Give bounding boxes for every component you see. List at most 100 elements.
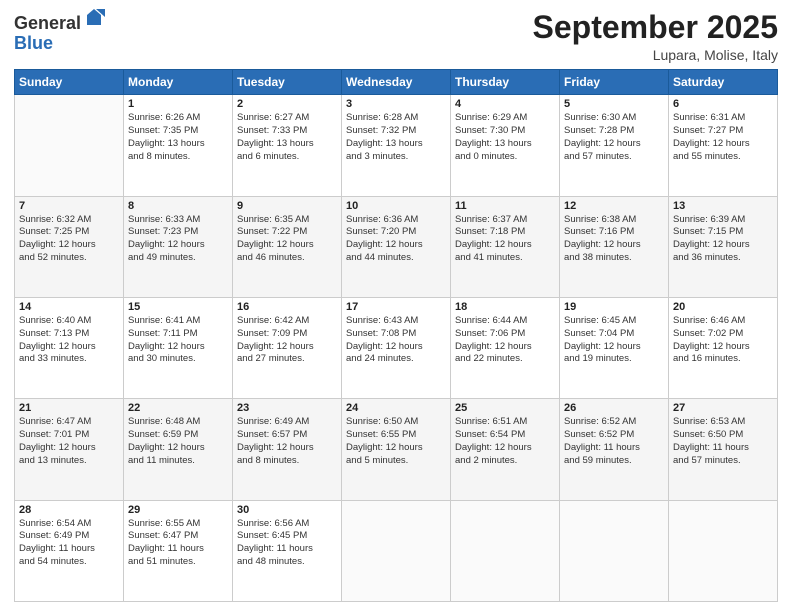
month-title: September 2025 (533, 10, 778, 45)
day-info: Sunrise: 6:31 AM Sunset: 7:27 PM Dayligh… (673, 112, 773, 163)
table-row: 19Sunrise: 6:45 AM Sunset: 7:04 PM Dayli… (560, 297, 669, 398)
day-info: Sunrise: 6:26 AM Sunset: 7:35 PM Dayligh… (128, 112, 228, 163)
day-info: Sunrise: 6:51 AM Sunset: 6:54 PM Dayligh… (455, 416, 555, 467)
day-number: 23 (237, 402, 337, 414)
day-info: Sunrise: 6:35 AM Sunset: 7:22 PM Dayligh… (237, 214, 337, 265)
table-row: 16 Sunrise: 6:42 AM Sunset: 7:09 PM Dayli… (233, 297, 342, 398)
table-row: 9 Sunrise: 6:35 AM Sunset: 7:22 PM Daylig… (233, 196, 342, 297)
day-number: 8 (128, 200, 228, 212)
day-number: 1 (128, 98, 228, 110)
page: General Blue September 2025 Lupara, Moli… (0, 0, 792, 612)
col-friday: Friday (560, 70, 669, 95)
table-row: 30 Sunrise: 6:56 AM Sunset: 6:45 PM Dayli… (233, 500, 342, 601)
table-row: 25Sunrise: 6:51 AM Sunset: 6:54 PM Dayli… (451, 399, 560, 500)
day-info: Sunrise: 6:32 AM Sunset: 7:25 PM Dayligh… (19, 214, 119, 265)
table-row: 4 Sunrise: 6:29 AM Sunset: 7:30 PM Daylig… (451, 95, 560, 196)
day-info: Sunrise: 6:40 AM Sunset: 7:13 PM Dayligh… (19, 315, 119, 366)
logo: General Blue (14, 14, 105, 54)
day-number: 12 (564, 200, 664, 212)
day-info: Sunrise: 6:48 AM Sunset: 6:59 PM Dayligh… (128, 416, 228, 467)
table-row: 22 Sunrise: 6:48 AM Sunset: 6:59 PM Dayli… (124, 399, 233, 500)
logo-icon (83, 7, 105, 29)
day-info: Sunrise: 6:53 AM Sunset: 6:50 PM Dayligh… (673, 416, 773, 467)
table-row: 29 Sunrise: 6:55 AM Sunset: 6:47 PM Dayli… (124, 500, 233, 601)
day-number: 14 (19, 301, 119, 313)
day-info: Sunrise: 6:49 AM Sunset: 6:57 PM Dayligh… (237, 416, 337, 467)
day-info: Sunrise: 6:33 AM Sunset: 7:23 PM Dayligh… (128, 214, 228, 265)
table-row: 7 Sunrise: 6:32 AM Sunset: 7:25 PM Daylig… (15, 196, 124, 297)
table-row: 13 Sunrise: 6:39 AM Sunset: 7:15 PM Dayli… (669, 196, 778, 297)
day-number: 10 (346, 200, 446, 212)
table-row: 14 Sunrise: 6:40 AM Sunset: 7:13 PM Dayli… (15, 297, 124, 398)
day-number: 21 (19, 402, 119, 414)
location: Lupara, Molise, Italy (533, 47, 778, 63)
day-info: Sunrise: 6:27 AM Sunset: 7:33 PM Dayligh… (237, 112, 337, 163)
table-row (560, 500, 669, 601)
header: General Blue September 2025 Lupara, Moli… (14, 10, 778, 63)
day-number: 24 (346, 402, 446, 414)
table-row: 15 Sunrise: 6:41 AM Sunset: 7:11 PM Dayli… (124, 297, 233, 398)
day-number: 16 (237, 301, 337, 313)
day-number: 20 (673, 301, 773, 313)
day-number: 2 (237, 98, 337, 110)
day-info: Sunrise: 6:55 AM Sunset: 6:47 PM Dayligh… (128, 518, 228, 569)
logo-blue: Blue (14, 33, 53, 53)
day-info: Sunrise: 6:50 AM Sunset: 6:55 PM Dayligh… (346, 416, 446, 467)
day-number: 9 (237, 200, 337, 212)
day-number: 28 (19, 504, 119, 516)
col-saturday: Saturday (669, 70, 778, 95)
calendar-week-row: 14 Sunrise: 6:40 AM Sunset: 7:13 PM Dayli… (15, 297, 778, 398)
day-number: 29 (128, 504, 228, 516)
table-row: 5Sunrise: 6:30 AM Sunset: 7:28 PM Daylig… (560, 95, 669, 196)
table-row: 18 Sunrise: 6:44 AM Sunset: 7:06 PM Dayli… (451, 297, 560, 398)
calendar-week-row: 7 Sunrise: 6:32 AM Sunset: 7:25 PM Daylig… (15, 196, 778, 297)
day-number: 4 (455, 98, 555, 110)
table-row (15, 95, 124, 196)
day-number: 11 (455, 200, 555, 212)
logo-general: General (14, 13, 81, 33)
col-wednesday: Wednesday (342, 70, 451, 95)
day-info: Sunrise: 6:44 AM Sunset: 7:06 PM Dayligh… (455, 315, 555, 366)
day-number: 3 (346, 98, 446, 110)
table-row: 23 Sunrise: 6:49 AM Sunset: 6:57 PM Dayli… (233, 399, 342, 500)
day-number: 30 (237, 504, 337, 516)
calendar-week-row: 1 Sunrise: 6:26 AM Sunset: 7:35 PM Daylig… (15, 95, 778, 196)
day-number: 19 (564, 301, 664, 313)
table-row: 27 Sunrise: 6:53 AM Sunset: 6:50 PM Dayli… (669, 399, 778, 500)
day-info: Sunrise: 6:29 AM Sunset: 7:30 PM Dayligh… (455, 112, 555, 163)
table-row: 1 Sunrise: 6:26 AM Sunset: 7:35 PM Daylig… (124, 95, 233, 196)
day-info: Sunrise: 6:56 AM Sunset: 6:45 PM Dayligh… (237, 518, 337, 569)
table-row (342, 500, 451, 601)
day-info: Sunrise: 6:41 AM Sunset: 7:11 PM Dayligh… (128, 315, 228, 366)
day-number: 13 (673, 200, 773, 212)
day-info: Sunrise: 6:37 AM Sunset: 7:18 PM Dayligh… (455, 214, 555, 265)
table-row: 17Sunrise: 6:43 AM Sunset: 7:08 PM Dayli… (342, 297, 451, 398)
day-number: 7 (19, 200, 119, 212)
day-number: 22 (128, 402, 228, 414)
calendar-week-row: 21Sunrise: 6:47 AM Sunset: 7:01 PM Dayli… (15, 399, 778, 500)
day-number: 18 (455, 301, 555, 313)
table-row: 26Sunrise: 6:52 AM Sunset: 6:52 PM Dayli… (560, 399, 669, 500)
table-row: 20Sunrise: 6:46 AM Sunset: 7:02 PM Dayli… (669, 297, 778, 398)
table-row: 12Sunrise: 6:38 AM Sunset: 7:16 PM Dayli… (560, 196, 669, 297)
calendar-header-row: Sunday Monday Tuesday Wednesday Thursday… (15, 70, 778, 95)
day-info: Sunrise: 6:42 AM Sunset: 7:09 PM Dayligh… (237, 315, 337, 366)
day-number: 27 (673, 402, 773, 414)
day-info: Sunrise: 6:54 AM Sunset: 6:49 PM Dayligh… (19, 518, 119, 569)
col-thursday: Thursday (451, 70, 560, 95)
calendar-table: Sunday Monday Tuesday Wednesday Thursday… (14, 69, 778, 602)
table-row: 8 Sunrise: 6:33 AM Sunset: 7:23 PM Daylig… (124, 196, 233, 297)
table-row: 24 Sunrise: 6:50 AM Sunset: 6:55 PM Dayli… (342, 399, 451, 500)
day-info: Sunrise: 6:43 AM Sunset: 7:08 PM Dayligh… (346, 315, 446, 366)
table-row: 2 Sunrise: 6:27 AM Sunset: 7:33 PM Daylig… (233, 95, 342, 196)
day-info: Sunrise: 6:28 AM Sunset: 7:32 PM Dayligh… (346, 112, 446, 163)
day-number: 5 (564, 98, 664, 110)
calendar-week-row: 28 Sunrise: 6:54 AM Sunset: 6:49 PM Dayli… (15, 500, 778, 601)
col-monday: Monday (124, 70, 233, 95)
day-number: 6 (673, 98, 773, 110)
day-info: Sunrise: 6:52 AM Sunset: 6:52 PM Dayligh… (564, 416, 664, 467)
day-info: Sunrise: 6:39 AM Sunset: 7:15 PM Dayligh… (673, 214, 773, 265)
title-block: September 2025 Lupara, Molise, Italy (533, 10, 778, 63)
table-row: 28 Sunrise: 6:54 AM Sunset: 6:49 PM Dayli… (15, 500, 124, 601)
day-number: 15 (128, 301, 228, 313)
